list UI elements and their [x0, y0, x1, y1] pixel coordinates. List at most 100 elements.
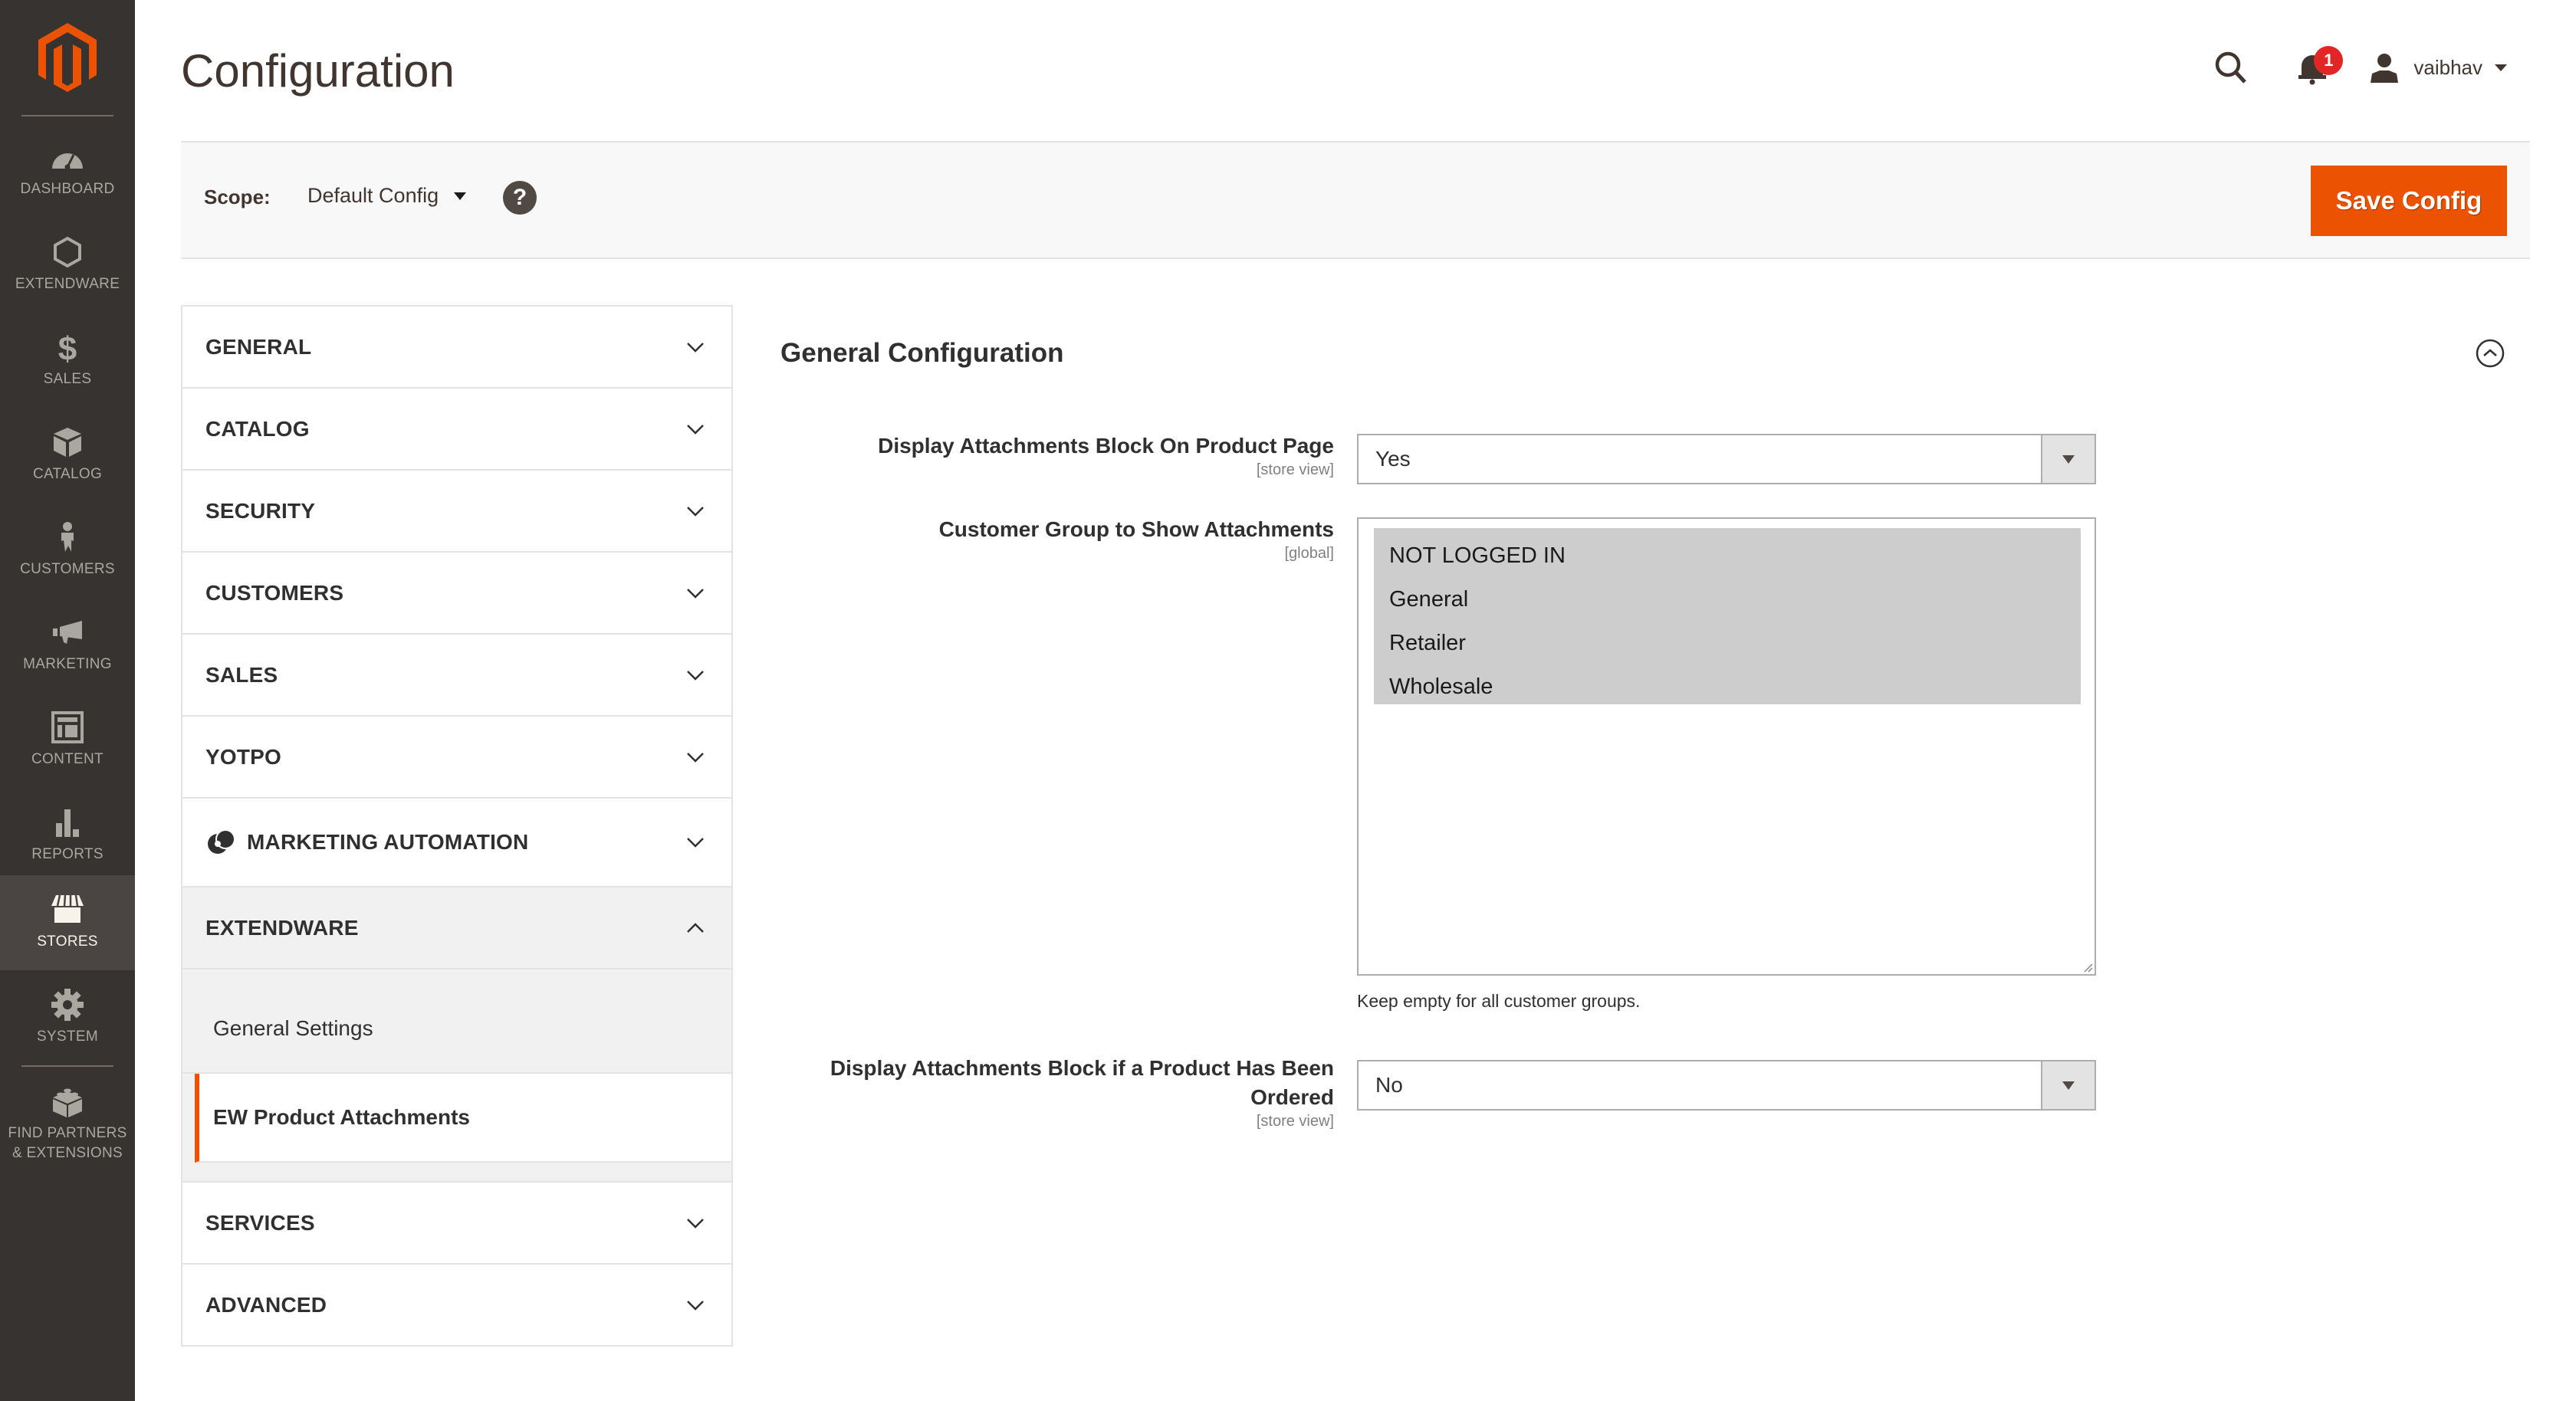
select-arrow-icon [2041, 1061, 2095, 1109]
customer-group-note: Keep empty for all customer groups. [1357, 991, 1641, 1011]
config-group-customers[interactable]: CUSTOMERS [182, 553, 731, 635]
nav-item-reports[interactable]: REPORTS [0, 788, 135, 883]
field-label-display-if-ordered: Display Attachments Block if a Product H… [830, 1054, 1334, 1130]
nav-label: EXTENDWARE [15, 276, 120, 292]
save-config-button[interactable]: Save Config [2311, 166, 2507, 236]
field-label-text: Display Attachments Block if a Product H… [830, 1056, 1334, 1080]
chevron-down-icon [687, 838, 704, 848]
chevron-down-icon [687, 1218, 704, 1229]
field-scope: [store view] [1256, 1113, 1334, 1130]
config-group-sales[interactable]: SALES [182, 635, 731, 717]
bar-chart-icon [56, 809, 79, 837]
nav-label: SYSTEM [37, 1029, 98, 1045]
config-group-services[interactable]: SERVICES [182, 1183, 731, 1265]
nav-item-find-partners[interactable]: FIND PARTNERS & EXTENSIONS [0, 1067, 135, 1182]
chevron-down-icon [687, 670, 704, 681]
svg-text:$: $ [58, 330, 77, 365]
person-icon [61, 522, 74, 552]
page-title: Configuration [181, 45, 455, 97]
global-search-button[interactable] [2213, 49, 2249, 86]
config-group-title: SALES [205, 662, 278, 687]
chevron-down-icon [687, 424, 704, 435]
lego-brick-icon [53, 1088, 82, 1117]
nav-item-customers[interactable]: CUSTOMERS [0, 503, 135, 598]
megaphone-icon [53, 621, 82, 644]
resize-handle-icon[interactable] [2082, 962, 2093, 973]
search-icon [2216, 51, 2247, 84]
nav-item-stores[interactable]: STORES [0, 875, 135, 970]
caret-down-icon [454, 192, 467, 200]
display-if-ordered-select[interactable]: No [1357, 1060, 2096, 1111]
config-group-marketing-automation[interactable]: MARKETING AUTOMATION [182, 799, 731, 888]
config-group-title: CATALOG [205, 416, 310, 441]
config-group-security[interactable]: SECURITY [182, 471, 731, 553]
config-group-title: SECURITY [205, 498, 316, 523]
display-on-product-page-select[interactable]: Yes [1357, 434, 2096, 484]
extendware-subitems: General Settings EW Product Attachments [182, 970, 731, 1183]
nav-item-content[interactable]: CONTENT [0, 693, 135, 788]
nav-label: DASHBOARD [20, 181, 115, 197]
field-label-text: Display Attachments Block On Product Pag… [878, 434, 1334, 458]
multiselect-options: NOT LOGGED IN General Retailer Wholesale [1374, 528, 2081, 704]
nav-label: SALES [43, 371, 92, 387]
hexagon-icon [54, 236, 81, 268]
chevron-down-icon [687, 588, 704, 599]
dollar-icon: $ [58, 330, 77, 365]
nav-item-extendware[interactable]: EXTENDWARE [0, 218, 135, 313]
select-value: No [1375, 1073, 1403, 1097]
notifications-button[interactable]: 1 [2295, 46, 2344, 86]
magento-logo-icon[interactable] [38, 23, 97, 92]
config-group-catalog[interactable]: CATALOG [182, 389, 731, 471]
section-header-general-configuration[interactable]: General Configuration [780, 334, 2513, 372]
config-group-advanced[interactable]: ADVANCED [182, 1265, 731, 1347]
customer-group-multiselect[interactable]: NOT LOGGED IN General Retailer Wholesale [1357, 517, 2096, 976]
multiselect-option[interactable]: NOT LOGGED IN [1374, 536, 2081, 579]
notification-count-badge: 1 [2314, 46, 2344, 75]
select-value: Yes [1375, 447, 1411, 471]
config-group-title: EXTENDWARE [205, 915, 359, 940]
caret-down-icon [2495, 64, 2507, 71]
nav-label: CUSTOMERS [20, 561, 115, 577]
nav-item-marketing[interactable]: MARKETING [0, 598, 135, 693]
header-actions: 1 vaibhav [2213, 46, 2507, 87]
config-group-yotpo[interactable]: YOTPO [182, 717, 731, 799]
config-group-title: GENERAL [205, 334, 312, 359]
multiselect-option[interactable]: Wholesale [1374, 667, 2081, 710]
chevron-up-icon [687, 922, 704, 933]
nav-label: CONTENT [31, 751, 104, 767]
chevron-down-icon [687, 1300, 704, 1311]
nav-item-sales[interactable]: $ SALES [0, 313, 135, 408]
nav-label: REPORTS [31, 846, 104, 862]
multiselect-option[interactable]: General [1374, 579, 2081, 623]
help-icon[interactable]: ? [503, 181, 537, 215]
field-label-customer-group: Customer Group to Show Attachments [glob… [939, 515, 1334, 563]
config-item-general-settings[interactable]: General Settings [182, 970, 731, 1074]
submenu-spacer [182, 1163, 731, 1183]
config-tabs: GENERAL CATALOG SECURITY CUSTOMERS SALES… [181, 305, 733, 1347]
field-label-display-on-product-page: Display Attachments Block On Product Pag… [878, 431, 1334, 479]
chevron-down-icon [687, 506, 704, 517]
nav-item-catalog[interactable]: CATALOG [0, 408, 135, 503]
field-label-text: Ordered [1250, 1085, 1334, 1109]
config-group-title: CUSTOMERS [205, 580, 344, 605]
config-group-extendware[interactable]: EXTENDWARE [182, 888, 731, 970]
nav-label: MARKETING [23, 656, 112, 672]
config-group-general[interactable]: GENERAL [182, 307, 731, 389]
admin-sidebar: DASHBOARD EXTENDWARE $ SALES CATALOG CUS… [0, 0, 135, 1401]
scope-switcher[interactable]: Default Config [307, 184, 467, 208]
dotdigital-logo-icon [208, 829, 235, 854]
field-label-text: Customer Group to Show Attachments [938, 517, 1334, 541]
box-icon [54, 428, 81, 457]
config-group-label: MARKETING AUTOMATION [247, 830, 529, 854]
section-title: General Configuration [780, 338, 1064, 368]
nav-item-dashboard[interactable]: DASHBOARD [0, 123, 135, 218]
nav-item-system[interactable]: SYSTEM [0, 970, 135, 1065]
chevron-down-icon [687, 752, 704, 763]
multiselect-option[interactable]: Retailer [1374, 623, 2081, 667]
scope-label: Scope: [204, 185, 271, 208]
config-item-ew-product-attachments[interactable]: EW Product Attachments [195, 1074, 731, 1163]
dashboard-icon [52, 153, 83, 170]
username: vaibhav [2413, 55, 2482, 79]
gear-icon [51, 989, 84, 1021]
user-account-menu[interactable]: vaibhav [2369, 52, 2507, 83]
